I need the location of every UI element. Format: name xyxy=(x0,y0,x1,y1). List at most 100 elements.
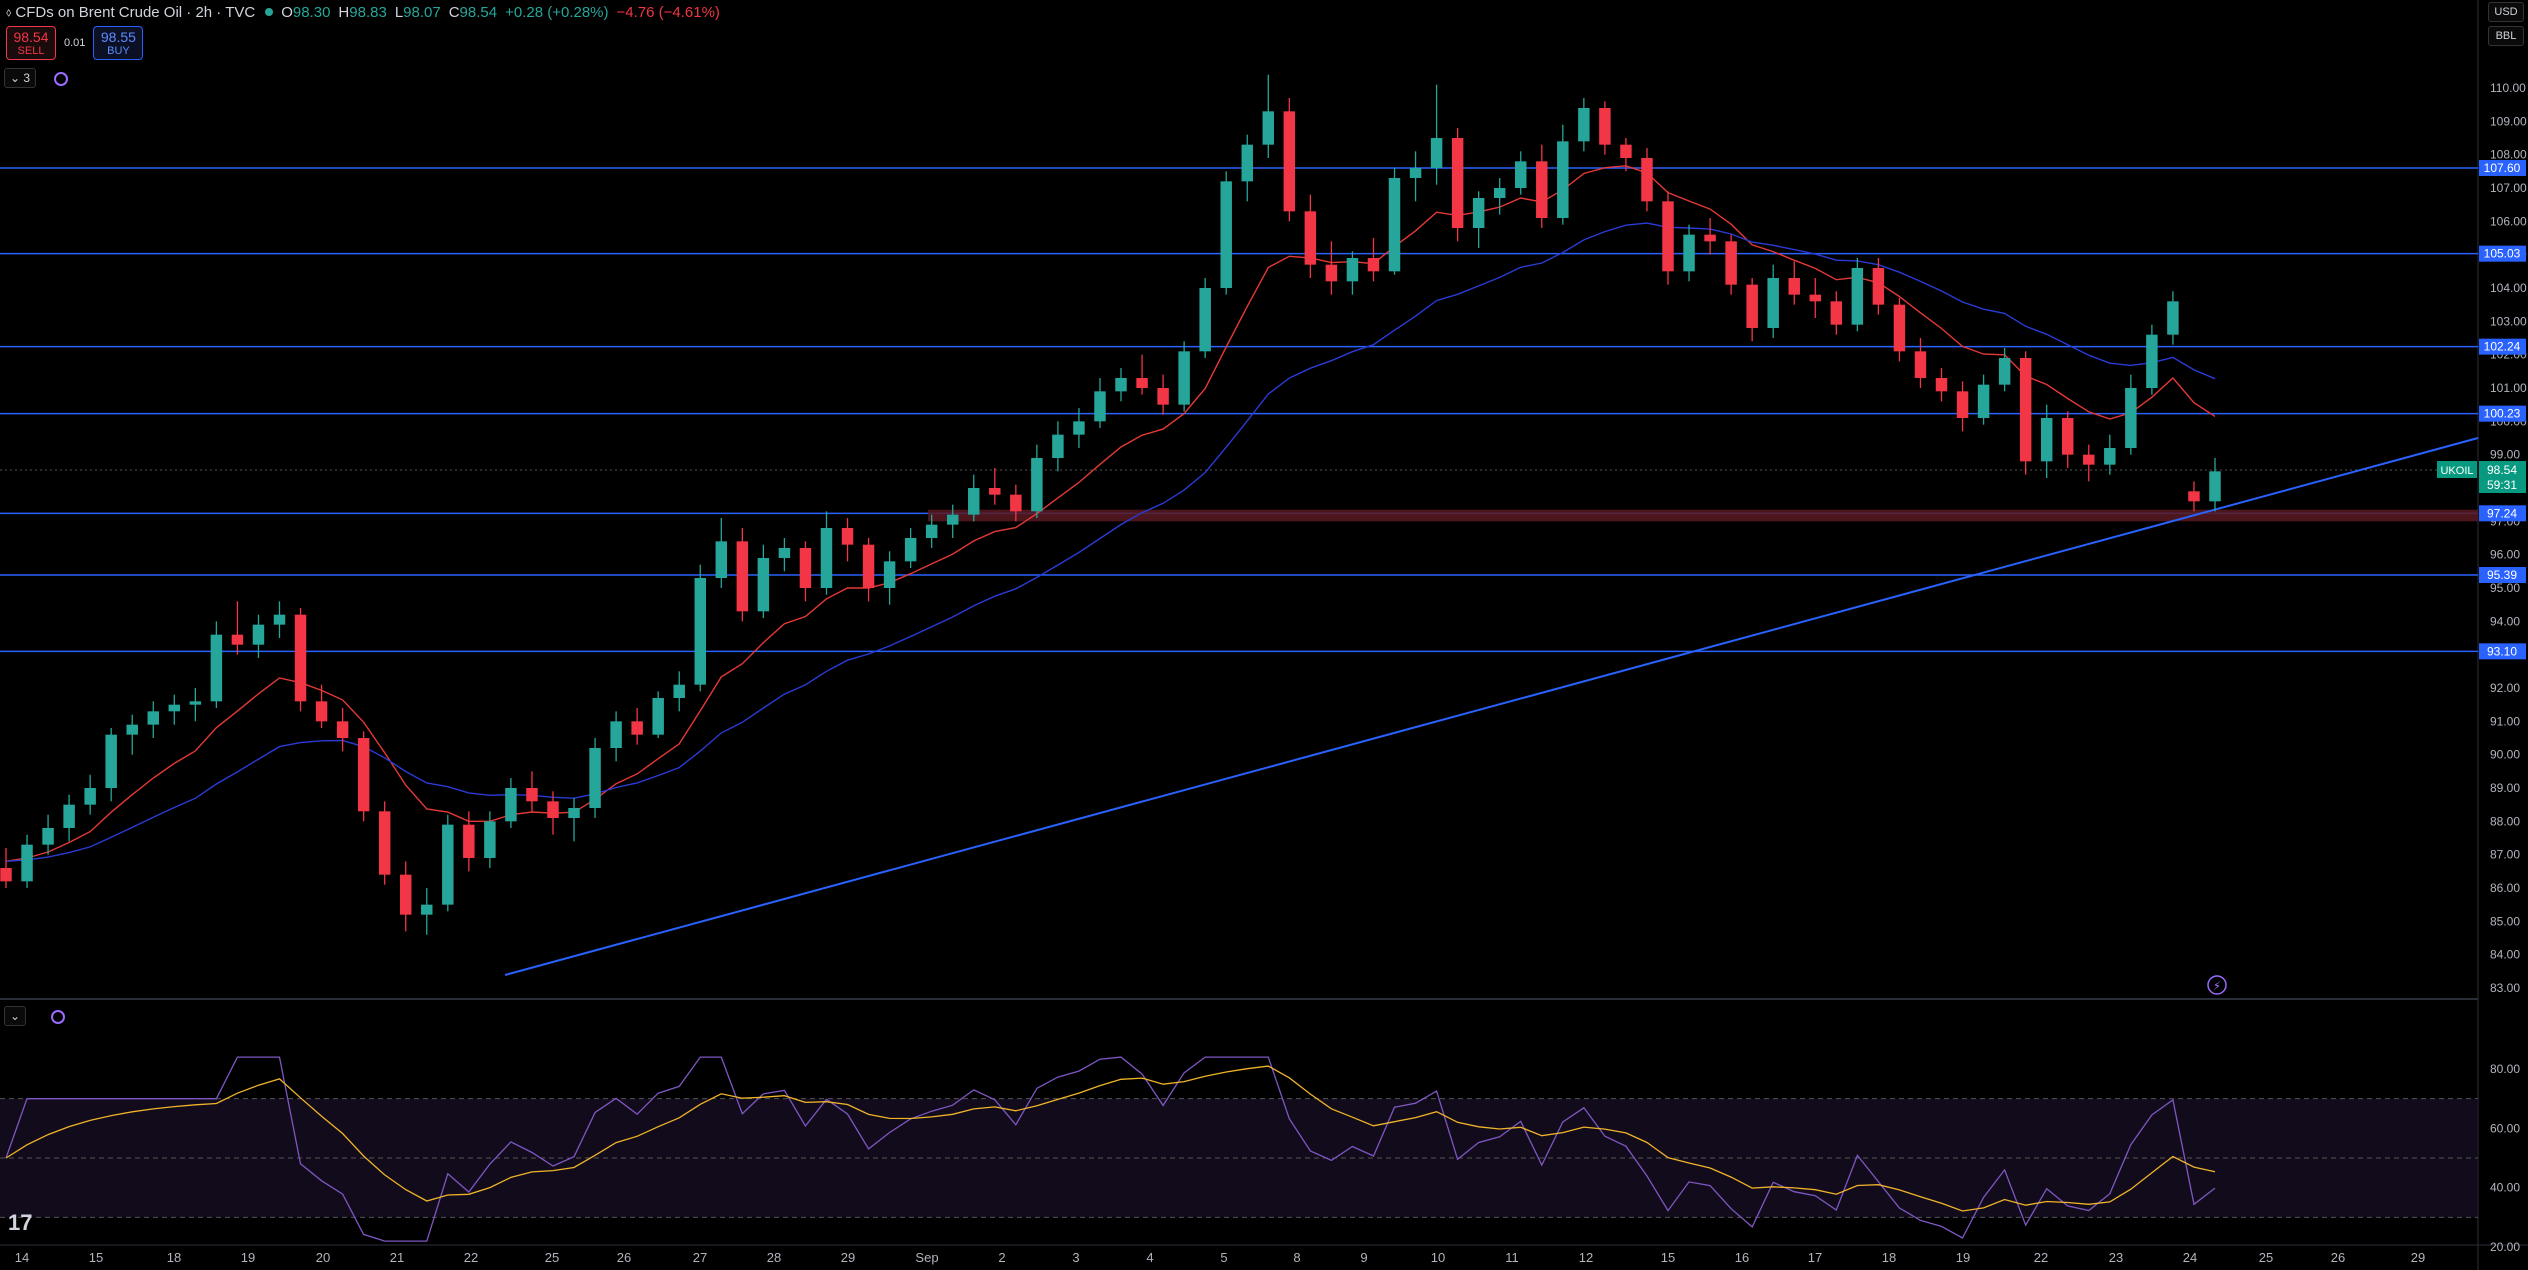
candle[interactable] xyxy=(2083,444,2095,482)
candle[interactable] xyxy=(463,811,475,872)
candle[interactable] xyxy=(1178,341,1190,412)
candle[interactable] xyxy=(1199,278,1211,358)
candle[interactable] xyxy=(1557,124,1569,225)
candle[interactable] xyxy=(1052,421,1064,472)
candle[interactable] xyxy=(189,688,202,722)
candle[interactable] xyxy=(0,848,12,888)
candle[interactable] xyxy=(126,714,138,755)
candle[interactable] xyxy=(1283,98,1296,222)
candle[interactable] xyxy=(1683,224,1695,282)
candle[interactable] xyxy=(1977,374,1990,425)
candle[interactable] xyxy=(1262,74,1275,158)
currency-selector[interactable]: USD xyxy=(2488,2,2524,22)
time-axis[interactable]: 14 15 18 19 20 21 22 25 26 27 28 29 Sep 2 3 4 5 8 9 10 11 12 1… xyxy=(15,1250,2425,1265)
candle[interactable] xyxy=(631,708,643,745)
candlesticks[interactable] xyxy=(0,74,2221,935)
candle[interactable] xyxy=(1704,218,1716,255)
indicators-toggle-button[interactable]: ⌄ 3 xyxy=(4,68,37,88)
candle[interactable] xyxy=(231,601,244,655)
candle[interactable] xyxy=(820,511,833,595)
candle[interactable] xyxy=(2188,481,2200,512)
candle[interactable] xyxy=(1325,241,1338,295)
candle[interactable] xyxy=(168,694,181,725)
candle[interactable] xyxy=(568,798,580,842)
candle[interactable] xyxy=(84,774,96,815)
candle[interactable] xyxy=(1220,171,1232,295)
candle[interactable] xyxy=(652,691,664,738)
candle[interactable] xyxy=(2062,411,2074,468)
support-zone[interactable] xyxy=(928,509,2478,522)
candle[interactable] xyxy=(1809,278,1822,318)
candle[interactable] xyxy=(1346,251,1359,295)
candle[interactable] xyxy=(883,551,896,605)
candle[interactable] xyxy=(841,518,854,562)
candle[interactable] xyxy=(2040,404,2053,478)
candle[interactable] xyxy=(1830,291,1843,335)
candle[interactable] xyxy=(736,528,749,622)
unit-selector[interactable]: BBL xyxy=(2488,26,2524,46)
candle[interactable] xyxy=(21,834,33,888)
candle[interactable] xyxy=(1241,134,1253,202)
rsi-settings-icon[interactable] xyxy=(51,1010,65,1024)
indicator-settings-icon[interactable] xyxy=(54,72,68,86)
symbol-title[interactable]: CFDs on Brent Crude Oil · 2h · TVC xyxy=(15,4,255,21)
candle[interactable] xyxy=(1599,101,1611,155)
candle[interactable] xyxy=(1157,374,1169,415)
price-axis[interactable]: 110.00109.00108.00107.00106.00105.00104.… xyxy=(2490,81,2527,995)
candle[interactable] xyxy=(1725,234,1737,295)
support-zone-rect[interactable] xyxy=(928,509,2478,522)
candle[interactable] xyxy=(42,814,54,855)
candle[interactable] xyxy=(1031,444,1043,518)
candle[interactable] xyxy=(904,528,917,568)
candle[interactable] xyxy=(2125,374,2137,455)
chart-canvas[interactable]: 110.00109.00108.00107.00106.00105.00104.… xyxy=(0,0,2528,1270)
candle[interactable] xyxy=(294,608,307,712)
buy-button[interactable]: 98.55 BUY xyxy=(93,26,144,60)
candle[interactable] xyxy=(147,701,159,738)
candle[interactable] xyxy=(799,541,812,602)
candle[interactable] xyxy=(1472,191,1485,248)
candle[interactable] xyxy=(757,544,770,618)
candle[interactable] xyxy=(968,474,980,522)
candle[interactable] xyxy=(1956,381,1969,432)
candle[interactable] xyxy=(2104,434,2116,475)
candle[interactable] xyxy=(1304,194,1317,278)
candle[interactable] xyxy=(2167,291,2179,345)
candle[interactable] xyxy=(589,738,601,818)
candle[interactable] xyxy=(610,711,622,762)
candle[interactable] xyxy=(694,564,706,692)
candle[interactable] xyxy=(421,888,433,935)
candle[interactable] xyxy=(1788,261,1800,305)
candle[interactable] xyxy=(1515,151,1527,195)
candle[interactable] xyxy=(505,778,517,828)
candle[interactable] xyxy=(778,538,791,572)
candle[interactable] xyxy=(1746,278,1758,342)
candle[interactable] xyxy=(105,728,117,802)
candle[interactable] xyxy=(2209,458,2221,512)
candle[interactable] xyxy=(1493,178,1506,215)
candle[interactable] xyxy=(1914,338,1927,388)
candle[interactable] xyxy=(1388,168,1401,275)
candle[interactable] xyxy=(63,794,75,842)
candle[interactable] xyxy=(2146,324,2158,395)
candle[interactable] xyxy=(1641,148,1653,212)
candle[interactable] xyxy=(1578,98,1590,152)
candle[interactable] xyxy=(1662,191,1674,285)
candle[interactable] xyxy=(1136,354,1148,395)
candle[interactable] xyxy=(673,671,685,712)
candle[interactable] xyxy=(442,814,454,912)
candle[interactable] xyxy=(399,861,412,932)
candle[interactable] xyxy=(1115,368,1127,402)
candle[interactable] xyxy=(378,801,391,885)
candle[interactable] xyxy=(1367,238,1380,282)
candle[interactable] xyxy=(273,601,286,638)
candle[interactable] xyxy=(315,684,328,728)
candle[interactable] xyxy=(210,621,223,708)
rsi-axis[interactable]: 80.00 60.00 40.00 20.00 xyxy=(2490,1062,2520,1254)
candle[interactable] xyxy=(1935,368,1948,402)
candle[interactable] xyxy=(862,538,875,602)
sell-button[interactable]: 98.54 SELL xyxy=(6,26,56,60)
candle[interactable] xyxy=(526,771,538,812)
candle[interactable] xyxy=(1094,378,1106,428)
candle[interactable] xyxy=(1430,84,1443,185)
